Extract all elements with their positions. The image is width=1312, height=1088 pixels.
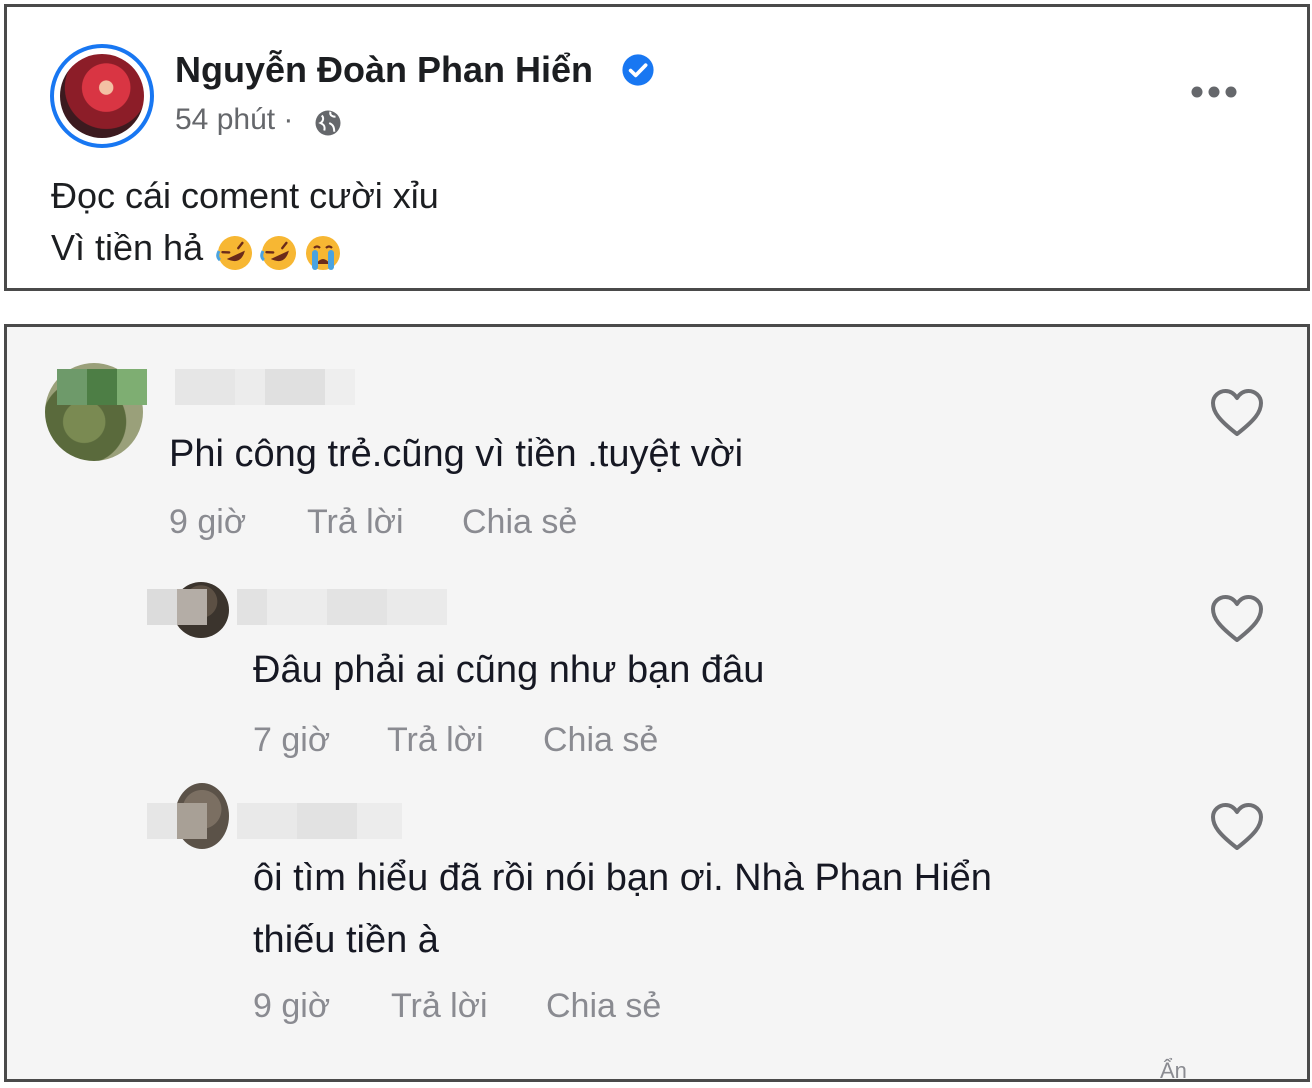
facebook-post-card: Nguyễn Đoàn Phan Hiển 54 phút · Đọc cái … [4,4,1310,291]
like-heart-icon[interactable] [1209,593,1265,645]
share-button[interactable]: Chia sẻ [543,721,658,760]
post-text-line-2: Vì tiền hả [51,227,204,268]
rolling-laughing-emoji [260,236,296,270]
share-button[interactable]: Chia sẻ [462,503,577,542]
post-text-line-1: Đọc cái coment cười xỉu [51,175,439,216]
crying-emoji [306,236,340,270]
reply-button[interactable]: Trả lời [391,987,488,1026]
author-name[interactable]: Nguyễn Đoàn Phan Hiển [175,49,593,91]
comment-time: 9 giờ [169,503,247,541]
like-heart-icon[interactable] [1209,387,1265,439]
share-button[interactable]: Chia sẻ [546,987,661,1026]
rolling-laughing-emoji [216,236,252,270]
comment-text-line-2: thiếu tiền à [253,919,439,961]
verified-badge-icon [622,54,654,86]
more-options-icon[interactable] [1190,85,1238,99]
comment-text-line-1: ôi tìm hiểu đã rồi nói bạn ơi. Nhà Phan … [253,857,992,899]
comment-time: 7 giờ [253,721,331,759]
comment-text: Phi công trẻ.cũng vì tiền .tuyệt vời [169,433,744,475]
globe-icon[interactable] [313,108,343,138]
like-heart-icon[interactable] [1209,801,1265,853]
author-avatar[interactable] [50,44,154,148]
reply-button[interactable]: Trả lời [307,503,404,542]
post-timestamp[interactable]: 54 phút · [175,103,293,137]
comments-panel: Phi công trẻ.cũng vì tiền .tuyệt vời 9 g… [4,324,1310,1082]
comment-time: 9 giờ [253,987,331,1025]
author-avatar-photo [60,54,144,138]
comment-text: Đâu phải ai cũng như bạn đâu [253,649,765,691]
collapse-replies-link[interactable]: Ẩn [1160,1058,1187,1084]
reply-button[interactable]: Trả lời [387,721,484,760]
